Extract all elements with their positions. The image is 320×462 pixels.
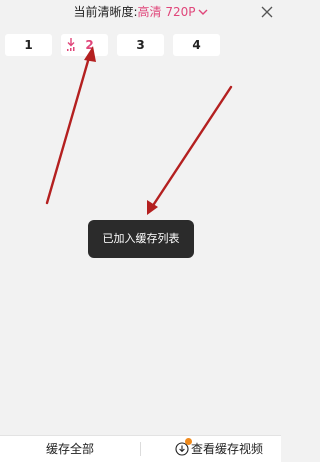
toast-message: 已加入缓存列表: [88, 220, 194, 258]
close-icon[interactable]: [259, 4, 275, 20]
episode-button-1[interactable]: 1: [5, 34, 52, 56]
quality-label: 当前清晰度:: [73, 5, 138, 19]
quality-selector[interactable]: 当前清晰度:高清 720P: [0, 4, 281, 20]
quality-value[interactable]: 高清 720P: [138, 5, 196, 19]
toast-text: 已加入缓存列表: [102, 232, 180, 245]
chevron-down-icon[interactable]: [198, 9, 208, 15]
episode-label: 4: [192, 38, 201, 52]
annotation-arrow-episode: [45, 46, 96, 205]
cache-all-label: 缓存全部: [45, 442, 94, 456]
episode-button-2[interactable]: 2: [61, 34, 108, 56]
episode-button-4[interactable]: 4: [173, 34, 220, 56]
episode-button-3[interactable]: 3: [117, 34, 164, 56]
header: 当前清晰度:高清 720P: [0, 0, 281, 24]
episode-list: 1 2 3 4: [0, 34, 281, 58]
cache-all-button[interactable]: 缓存全部: [0, 436, 140, 462]
view-cached-button[interactable]: 查看缓存视频: [141, 436, 281, 462]
bottom-bar: 缓存全部 查看缓存视频: [0, 435, 281, 462]
episode-label: 2: [85, 38, 94, 52]
view-cached-label: 查看缓存视频: [191, 442, 264, 456]
episode-label: 3: [136, 38, 145, 52]
annotation-arrow-toast: [147, 85, 233, 215]
download-icon: [67, 38, 75, 51]
episode-label: 1: [24, 38, 33, 52]
